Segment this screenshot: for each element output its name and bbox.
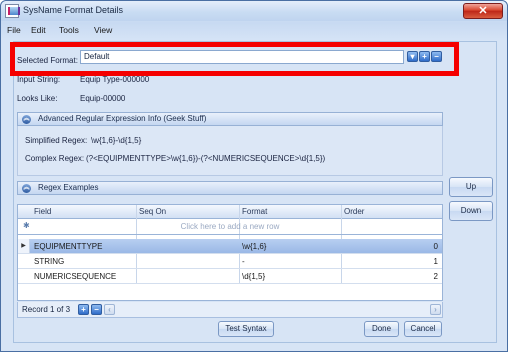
grid-header: Field Seq On Format Order [18, 205, 442, 219]
cell-field[interactable]: STRING [34, 257, 64, 266]
up-button[interactable]: Up [449, 177, 493, 197]
row-indicator-icon: ▶ [18, 239, 30, 253]
cell-order[interactable]: 2 [344, 272, 438, 281]
add-row-text: Click here to add a new row [180, 222, 280, 231]
selected-format-field[interactable]: Default [80, 50, 404, 64]
menu-bar: File Edit Tools View [1, 21, 507, 39]
simplified-regex-value: \w{1,6}-\d{1,5} [91, 136, 142, 145]
simplified-regex-label: Simplified Regex: [25, 136, 88, 145]
done-button[interactable]: Done [364, 321, 399, 337]
cell-format[interactable]: \d{1,5} [242, 272, 265, 281]
cell-order[interactable]: 1 [344, 257, 438, 266]
plus-icon[interactable]: + [419, 51, 430, 62]
chevron-down-icon[interactable]: ▾ [407, 51, 418, 62]
down-button[interactable]: Down [449, 201, 493, 221]
cancel-button[interactable]: Cancel [404, 321, 442, 337]
sysname-format-window: SysName Format Details ✕ File Edit Tools… [0, 0, 508, 352]
minus-icon[interactable]: − [91, 304, 102, 315]
regex-examples-grid: Field Seq On Format Order ✱ Click here t… [17, 204, 443, 301]
advanced-regex-panel: Simplified Regex: \w{1,6}-\d{1,5} Comple… [17, 126, 443, 176]
regex-examples-header[interactable]: ︽ Regex Examples [17, 181, 443, 195]
advanced-regex-header[interactable]: ︽ Advanced Regular Expression Info (Geek… [17, 112, 443, 126]
advanced-regex-title: Advanced Regular Expression Info (Geek S… [38, 114, 207, 123]
title-bar[interactable]: SysName Format Details ✕ [1, 1, 507, 21]
window-title: SysName Format Details [23, 5, 124, 15]
regex-examples-title: Regex Examples [38, 183, 99, 192]
column-seq-on[interactable]: Seq On [139, 207, 166, 216]
menu-view[interactable]: View [94, 25, 112, 35]
collapse-chevron-icon[interactable]: ︽ [22, 115, 31, 124]
menu-edit[interactable]: Edit [31, 25, 46, 35]
column-order[interactable]: Order [344, 207, 364, 216]
scroll-right-icon[interactable]: › [430, 304, 441, 315]
cell-order[interactable]: 0 [344, 242, 438, 251]
looks-like-label: Looks Like: [17, 94, 58, 103]
input-string-label: Input String: [17, 75, 61, 84]
menu-tools[interactable]: Tools [59, 25, 79, 35]
cell-field[interactable]: EQUIPMENTTYPE [34, 242, 102, 251]
menu-file[interactable]: File [7, 25, 21, 35]
app-icon [5, 4, 20, 18]
collapse-chevron-icon[interactable]: ︽ [22, 184, 31, 193]
column-field[interactable]: Field [34, 207, 51, 216]
input-string-value: Equip Type-000000 [80, 75, 150, 84]
complex-regex-value: (?<EQUIPMENTTYPE>\w{1,6})-(?<NUMERICSEQU… [86, 154, 326, 163]
column-format[interactable]: Format [242, 207, 267, 216]
test-syntax-button[interactable]: Test Syntax [218, 321, 274, 337]
cell-format[interactable]: - [242, 257, 245, 266]
scroll-left-icon[interactable]: ‹ [104, 304, 115, 315]
cell-format[interactable]: \w{1,6} [242, 242, 266, 251]
add-new-row[interactable]: ✱ Click here to add a new row [18, 219, 442, 235]
close-button[interactable]: ✕ [463, 3, 503, 19]
selected-format-label: Selected Format: [17, 56, 78, 65]
complex-regex-label: Complex Regex: [25, 154, 85, 163]
table-row[interactable]: STRING - 1 [18, 254, 442, 269]
table-row[interactable]: NUMERICSEQUENCE \d{1,5} 2 [18, 269, 442, 284]
table-row[interactable]: ▶ EQUIPMENTTYPE \w{1,6} 0 [18, 239, 442, 254]
plus-icon[interactable]: + [78, 304, 89, 315]
minus-icon[interactable]: − [431, 51, 442, 62]
record-navigator: Record 1 of 3 + − ‹ › [17, 302, 443, 318]
record-count: Record 1 of 3 [22, 305, 71, 314]
cell-field[interactable]: NUMERICSEQUENCE [34, 272, 116, 281]
looks-like-value: Equip-00000 [80, 94, 126, 103]
